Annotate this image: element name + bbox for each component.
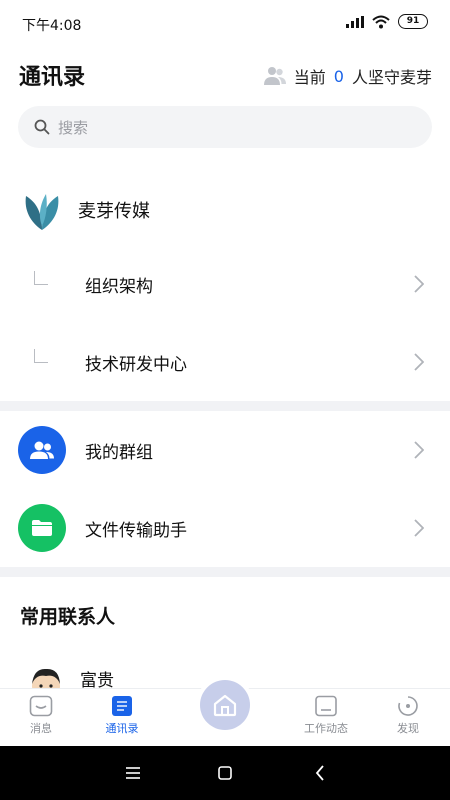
menu-label: 文件传输助手	[85, 521, 187, 541]
menu-icon	[126, 767, 140, 779]
tab-label: 发现	[397, 722, 419, 735]
bottom-tab-bar: 消息 通讯录 工作动态 发现	[0, 680, 450, 746]
home-icon	[213, 694, 237, 717]
org-child-row[interactable]: 技术研发中心	[0, 323, 450, 401]
status-bar: 下午4:08 91	[0, 0, 450, 46]
section-divider	[0, 401, 450, 411]
my-groups-row[interactable]: 我的群组	[0, 411, 450, 489]
page-title: 通讯录	[19, 65, 86, 90]
message-icon	[29, 695, 53, 717]
org-child-row[interactable]: 组织架构	[0, 245, 450, 323]
org-child-label: 技术研发中心	[85, 354, 187, 375]
square-icon	[218, 766, 232, 780]
online-prefix: 当前	[293, 68, 326, 87]
chevron-right-icon	[414, 519, 424, 537]
back-nav-button[interactable]	[308, 761, 332, 785]
search-icon	[34, 119, 50, 135]
signal-icon	[346, 15, 364, 28]
home-nav-button[interactable]	[213, 761, 237, 785]
tab-label: 消息	[30, 722, 52, 735]
chevron-right-icon	[414, 441, 424, 459]
section-title: 常用联系人	[20, 606, 116, 628]
status-time: 下午4:08	[22, 18, 82, 34]
search-placeholder: 搜索	[58, 118, 89, 137]
back-icon	[315, 765, 324, 781]
tab-home[interactable]	[200, 680, 250, 730]
battery-indicator: 91	[398, 14, 428, 29]
menu-nav-button[interactable]	[121, 761, 145, 785]
menu-label: 我的群组	[85, 443, 153, 463]
company-logo	[25, 194, 59, 230]
online-status: 当前 0 人坚守麦芽	[263, 64, 432, 88]
tab-label: 工作动态	[304, 722, 348, 735]
contact-name: 富贵	[80, 671, 114, 688]
tab-contacts[interactable]: 通讯录	[87, 695, 157, 743]
online-count: 0	[333, 66, 344, 86]
contacts-icon	[112, 696, 132, 716]
system-nav-bar	[0, 746, 450, 800]
status-icons: 91	[346, 14, 428, 29]
search-input[interactable]: 搜索	[18, 106, 432, 148]
avatar	[32, 668, 60, 688]
tree-connector	[34, 349, 48, 363]
tree-connector	[34, 271, 48, 285]
people-icon	[263, 67, 286, 85]
org-header[interactable]: 麦芽传媒	[0, 182, 450, 238]
work-feed-icon	[315, 695, 337, 717]
tab-messages[interactable]: 消息	[6, 695, 76, 743]
tab-work-feed[interactable]: 工作动态	[291, 695, 361, 743]
folder-icon	[18, 504, 66, 552]
chevron-right-icon	[414, 275, 424, 293]
group-icon	[18, 426, 66, 474]
discover-icon	[398, 696, 418, 716]
chevron-right-icon	[414, 353, 424, 371]
org-child-label: 组织架构	[85, 276, 153, 297]
online-suffix: 人坚守麦芽	[351, 68, 432, 87]
org-name: 麦芽传媒	[78, 201, 150, 222]
page-header: 通讯录 当前 0 人坚守麦芽	[0, 52, 450, 96]
tab-label: 通讯录	[105, 722, 139, 735]
tab-discover[interactable]: 发现	[373, 695, 443, 743]
wifi-icon	[372, 15, 390, 28]
file-transfer-row[interactable]: 文件传输助手	[0, 489, 450, 567]
section-divider	[0, 567, 450, 577]
